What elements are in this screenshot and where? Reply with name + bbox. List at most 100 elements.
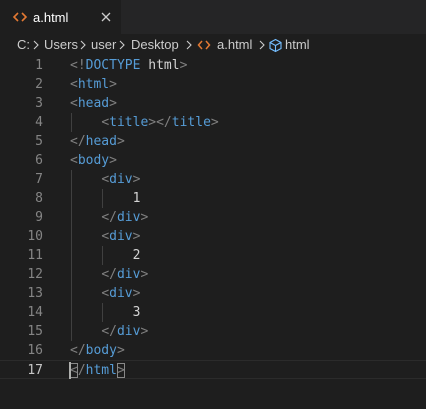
punctuation-token: < [101, 115, 110, 130]
punctuation-token: > [140, 267, 149, 282]
line-number: 4 [35, 115, 43, 130]
code-line[interactable]: 11 2 [0, 246, 426, 265]
chevron-right-icon [80, 40, 86, 50]
text-token: 1 [70, 191, 141, 206]
breadcrumb-item-drive[interactable]: C: [17, 36, 30, 54]
line-number: 13 [27, 286, 43, 301]
line-number: 17 [27, 363, 43, 378]
code-text: <title></title> [70, 113, 219, 132]
code-line[interactable]: 6 <body> [0, 151, 426, 170]
tag-name-token: title [171, 115, 211, 130]
code-text: 2 [70, 246, 141, 265]
breadcrumb: C: Users user Desktop a.html html [0, 34, 426, 56]
code-line[interactable]: 4 <title></title> [0, 113, 426, 132]
close-icon[interactable] [100, 11, 112, 23]
code-text: 3 [70, 303, 141, 322]
tag-name-token: body [77, 153, 110, 168]
breadcrumb-item-symbol[interactable]: html [285, 36, 310, 54]
chevron-right-icon [259, 40, 265, 50]
line-number: 15 [27, 324, 43, 339]
punctuation-token: > [179, 58, 188, 73]
punctuation-token: ></ [148, 115, 172, 130]
code-text: <div> [70, 170, 140, 189]
punctuation-token: <! [70, 58, 86, 73]
tag-name-token: title [109, 115, 149, 130]
text-cursor [69, 362, 71, 379]
punctuation-token: > [109, 96, 117, 111]
breadcrumb-item-user[interactable]: user [91, 36, 116, 54]
code-text: <body> [70, 151, 117, 170]
code-line[interactable]: 2 <html> [0, 75, 426, 94]
code-line[interactable]: 9 </div> [0, 208, 426, 227]
punctuation-token: > [132, 229, 141, 244]
breadcrumb-item-desktop[interactable]: Desktop [131, 36, 179, 54]
line-number: 14 [27, 305, 43, 320]
punctuation-token: </ [70, 134, 86, 149]
punctuation-token: < [101, 172, 110, 187]
punctuation-token: < [101, 229, 110, 244]
code-line[interactable]: 17 </html> [0, 360, 426, 379]
punctuation-token: > [109, 153, 117, 168]
punctuation-token: </ [101, 267, 117, 282]
punctuation-token: > [132, 172, 141, 187]
code-line[interactable]: 16 </body> [0, 341, 426, 360]
breadcrumb-item-file[interactable]: a.html [217, 36, 252, 54]
code-editor[interactable]: 1 <!DOCTYPE html> 2 <html> 3 <head> 4 <title><… [0, 56, 426, 409]
line-number: 11 [27, 248, 43, 263]
code-text: </head> [70, 132, 125, 151]
line-number: 10 [27, 229, 43, 244]
tag-name-token: html [85, 363, 117, 378]
punctuation-token: </ [101, 324, 117, 339]
punctuation-token: < [101, 286, 110, 301]
tag-name-token: div [116, 267, 141, 282]
code-text: <div> [70, 227, 140, 246]
tag-name-token: div [109, 286, 133, 301]
code-line[interactable]: 15 </div> [0, 322, 426, 341]
code-line[interactable]: 12 </div> [0, 265, 426, 284]
code-text: <!DOCTYPE html> [70, 56, 187, 75]
line-number: 5 [35, 134, 43, 149]
symbol-element-icon [269, 38, 282, 53]
tag-name-token: div [109, 172, 133, 187]
code-line[interactable]: 14 3 [0, 303, 426, 322]
code-line[interactable]: 3 <head> [0, 94, 426, 113]
tag-name-token: html [77, 77, 110, 92]
chevron-right-icon [186, 40, 192, 50]
tab-label: a.html [33, 10, 69, 25]
code-text: <div> [70, 284, 140, 303]
breadcrumb-item-users[interactable]: Users [44, 36, 78, 54]
code-line[interactable]: 13 <div> [0, 284, 426, 303]
code-line[interactable]: 5 </head> [0, 132, 426, 151]
code-text: </body> [70, 341, 125, 360]
tag-name-token: head [85, 134, 117, 149]
tag-name-token: div [109, 229, 133, 244]
punctuation-token: > [210, 115, 219, 130]
code-text: </html> [70, 361, 125, 380]
text-token: 3 [70, 305, 141, 320]
line-number: 2 [35, 77, 43, 92]
punctuation-token: > [116, 134, 125, 149]
tag-name-token: div [116, 324, 141, 339]
tag-name-token: head [77, 96, 110, 111]
punctuation-token: > [109, 77, 117, 92]
line-number: 1 [35, 58, 43, 73]
html-file-icon [12, 12, 28, 22]
code-line[interactable]: 1 <!DOCTYPE html> [0, 56, 426, 75]
code-line[interactable]: 7 <div> [0, 170, 426, 189]
punctuation-token: </ [101, 210, 117, 225]
line-number: 6 [35, 153, 43, 168]
punctuation-token: </ [70, 343, 86, 358]
code-line[interactable]: 10 <div> [0, 227, 426, 246]
tab-a-html[interactable]: a.html [0, 0, 121, 34]
punctuation-token: > [116, 363, 125, 378]
punctuation-token: > [140, 324, 149, 339]
text-token: html [148, 58, 180, 73]
code-text: </div> [70, 322, 148, 341]
punctuation-token: < [70, 77, 78, 92]
code-line[interactable]: 8 1 [0, 189, 426, 208]
